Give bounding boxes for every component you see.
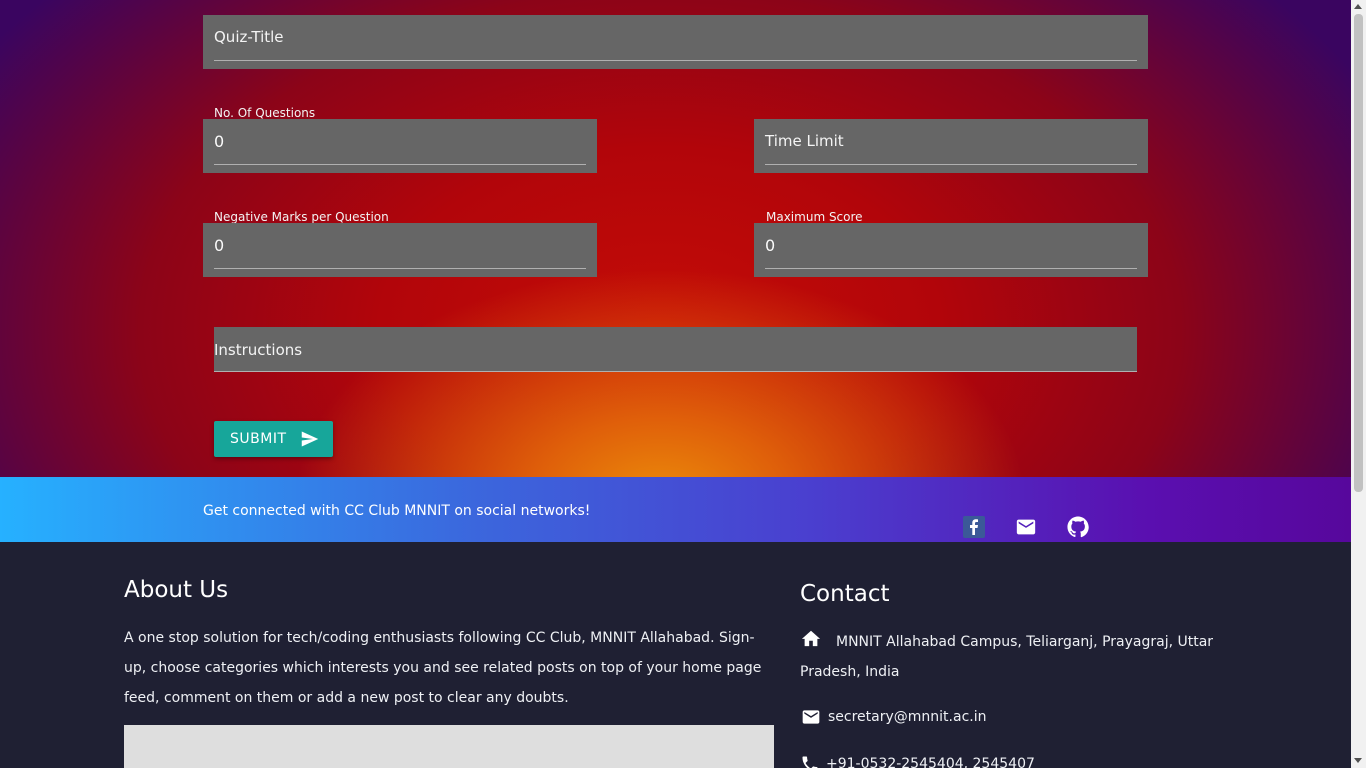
contact-address-text: MNNIT Allahabad Campus, Teliarganj, Pray… xyxy=(800,634,1214,680)
contact-title: Contact xyxy=(800,581,890,607)
negative-marks-label: Negative Marks per Question xyxy=(214,210,389,224)
scrollbar[interactable] xyxy=(1351,0,1366,768)
mail-icon xyxy=(802,710,820,724)
quiz-title-field[interactable]: Quiz-Title xyxy=(203,15,1148,69)
num-questions-field[interactable]: 0 xyxy=(203,119,597,173)
maximum-score-field[interactable]: 0 xyxy=(754,223,1148,277)
footer: About Us A one stop solution for tech/co… xyxy=(0,542,1351,768)
social-text: Get connected with CC Club MNNIT on soci… xyxy=(203,503,591,519)
home-icon xyxy=(801,630,821,647)
input-underline xyxy=(765,164,1137,165)
input-underline xyxy=(214,371,1137,372)
input-underline xyxy=(214,164,586,165)
negative-marks-value: 0 xyxy=(214,236,225,255)
contact-address: MNNIT Allahabad Campus, Teliarganj, Pray… xyxy=(800,627,1220,687)
num-questions-value: 0 xyxy=(214,132,225,151)
instructions-field[interactable]: Instructions xyxy=(214,327,1137,372)
maximum-score-label: Maximum Score xyxy=(766,210,863,224)
negative-marks-field[interactable]: 0 xyxy=(203,223,597,277)
map-embed[interactable] xyxy=(124,725,774,768)
time-limit-field[interactable]: Time Limit xyxy=(754,119,1148,173)
instructions-placeholder: Instructions xyxy=(214,341,303,359)
scroll-down-icon[interactable] xyxy=(1354,758,1362,763)
contact-email-text: secretary@mnnit.ac.in xyxy=(828,709,987,725)
send-icon xyxy=(301,431,318,447)
about-text: A one stop solution for tech/coding enth… xyxy=(124,630,762,706)
contact-email: secretary@mnnit.ac.in xyxy=(800,704,986,730)
about-title: About Us xyxy=(124,577,229,603)
contact-phone: +91-0532-2545404, 2545407 xyxy=(800,751,1035,768)
input-underline xyxy=(214,60,1137,61)
num-questions-label: No. Of Questions xyxy=(214,106,316,120)
phone-icon xyxy=(802,756,818,768)
github-icon[interactable] xyxy=(1067,516,1089,538)
scroll-up-icon[interactable] xyxy=(1354,4,1362,9)
facebook-icon[interactable] xyxy=(963,516,985,538)
submit-button[interactable]: SUBMIT xyxy=(214,421,333,457)
time-limit-placeholder: Time Limit xyxy=(765,132,844,150)
input-underline xyxy=(765,268,1137,269)
contact-phone-text: +91-0532-2545404, 2545407 xyxy=(826,756,1035,768)
quiz-form-section: Quiz-Title No. Of Questions 0 Time Limit… xyxy=(0,0,1351,477)
input-underline xyxy=(214,268,586,269)
submit-label: SUBMIT xyxy=(230,431,287,447)
scrollbar-thumb[interactable] xyxy=(1354,14,1363,492)
quiz-title-placeholder: Quiz-Title xyxy=(214,28,284,46)
mail-icon[interactable] xyxy=(1015,516,1037,538)
social-bar: Get connected with CC Club MNNIT on soci… xyxy=(0,477,1351,542)
maximum-score-value: 0 xyxy=(765,236,776,255)
